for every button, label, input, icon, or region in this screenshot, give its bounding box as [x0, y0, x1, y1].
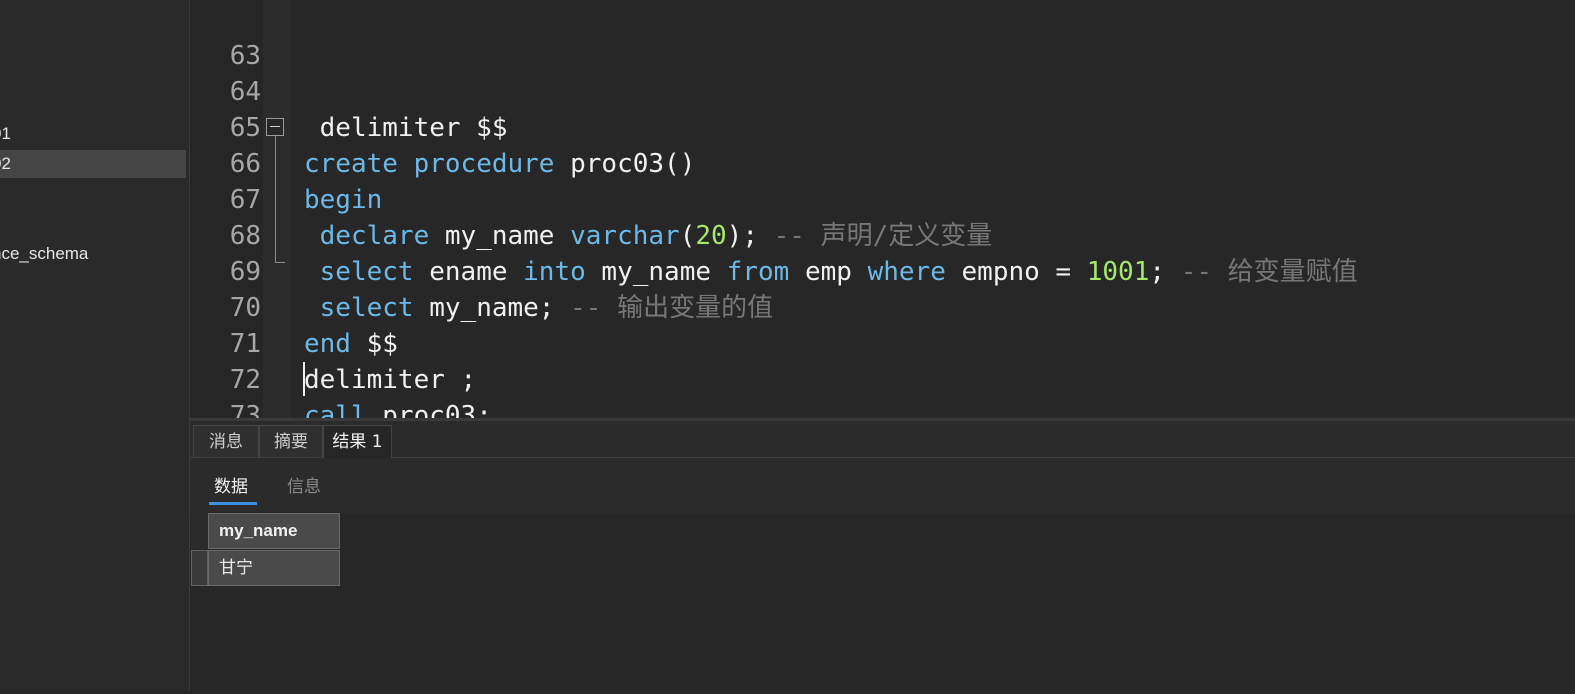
tab-messages[interactable]: 消息 — [193, 425, 259, 457]
code-line: 66 begin — [190, 110, 1575, 215]
result-grid: my_name 甘宁 — [190, 513, 1575, 694]
grid-corner — [191, 513, 209, 549]
code-line: 63 — [190, 2, 1575, 71]
active-subtab-indicator — [209, 502, 257, 505]
text-cursor — [303, 362, 305, 396]
code-line: 68 select ename into my_name from emp wh… — [190, 182, 1575, 287]
row-header[interactable] — [191, 550, 208, 586]
results-tab-bar: 消息 摘要 结果 1 — [190, 421, 1575, 458]
subtab-info[interactable]: 信息 — [287, 472, 321, 497]
sql-editor[interactable]: 63 64 delimiter $$ 65 create procedure p… — [190, 0, 1575, 418]
tree-item-performance-schema[interactable]: nce_schema — [0, 240, 186, 268]
tree-item-db02[interactable]: 02 — [0, 150, 186, 178]
grid-cell[interactable]: 甘宁 — [208, 550, 340, 586]
tab-summary[interactable]: 摘要 — [259, 425, 323, 457]
code-line: 72 call proc03; — [190, 326, 1575, 418]
code-line: 67 declare my_name varchar(20); -- 声明/定义… — [190, 146, 1575, 251]
column-header-my-name[interactable]: my_name — [208, 513, 340, 549]
subtab-data[interactable]: 数据 — [214, 472, 248, 497]
object-tree-sidebar: 01 02 nce_schema — [0, 0, 190, 691]
results-panel: 消息 摘要 结果 1 数据 信息 my_name 甘宁 — [190, 418, 1575, 694]
code-line: 69 select my_name; -- 输出变量的值 — [190, 218, 1575, 323]
code-line: 70 end $$ — [190, 254, 1575, 359]
code-line: 71 delimiter ; — [190, 290, 1575, 395]
tab-result-1[interactable]: 结果 1 — [323, 425, 392, 458]
result-subtabs: 数据 信息 — [190, 458, 1575, 513]
tree-item-db01[interactable]: 01 — [0, 120, 186, 148]
code-line: 64 delimiter $$ — [190, 38, 1575, 143]
code-line: 65 create procedure proc03() — [190, 74, 1575, 179]
code-line: 73 — [190, 362, 1575, 418]
code-line: 74 — [190, 398, 1575, 418]
